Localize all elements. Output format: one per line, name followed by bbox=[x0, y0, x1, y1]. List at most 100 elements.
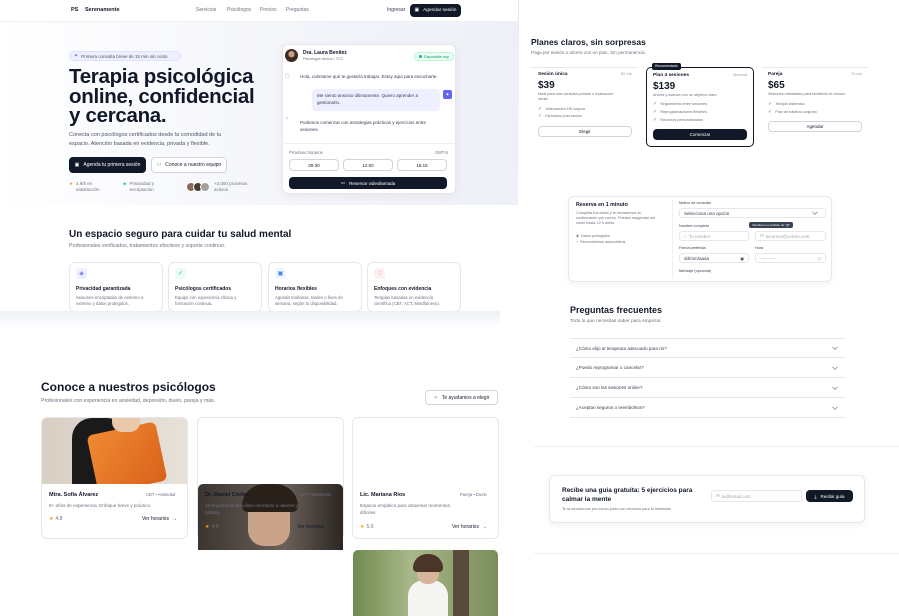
team-subtitle: Profesionales con experiencia en ansieda… bbox=[41, 398, 216, 404]
nav-link-preguntas[interactable]: Preguntas bbox=[286, 7, 309, 13]
star-icon: ★ bbox=[360, 524, 365, 530]
time-slot-button[interactable]: 12:00 bbox=[343, 159, 393, 171]
therapist-desc: Acompañamiento cálido orientado a valore… bbox=[205, 503, 298, 515]
book-first-session-button[interactable]: ▣ Agenda tu primera sesión bbox=[69, 157, 146, 173]
safe-section-subtitle: Profesionales verificados, tratamientos … bbox=[69, 243, 226, 249]
feature-desc: Agenda mañanas, tardes o fines de semana,… bbox=[275, 295, 343, 306]
time-slot-button[interactable]: 16:15 bbox=[397, 159, 447, 171]
calendar-icon: ▣ bbox=[74, 162, 80, 168]
feature-title: Horarios flexibles bbox=[275, 286, 317, 292]
therapist-tag: CBT • Ansiedad bbox=[146, 492, 176, 497]
therapist-name: Lic. Mariana Ríos bbox=[360, 492, 406, 498]
login-link[interactable]: Ingresar bbox=[387, 7, 405, 13]
newsletter-subtitle: Te la enviaremos por correo junto con re… bbox=[562, 507, 672, 511]
view-schedule-link[interactable]: Ver horarios → bbox=[142, 516, 177, 522]
sparkle-icon: ✧ bbox=[433, 394, 438, 401]
safe-section-title: Un espacio seguro para cuidar tu salud m… bbox=[69, 229, 292, 240]
video-icon: ▭ bbox=[340, 180, 346, 185]
plan-select-button[interactable]: Comenzar bbox=[653, 129, 747, 140]
divider bbox=[282, 143, 456, 144]
section-divider bbox=[534, 446, 899, 447]
star-icon: ★ bbox=[49, 516, 54, 522]
rating: ★ 4.9 bbox=[205, 524, 219, 530]
validation-tooltip: Introduce un símbolo de "@" bbox=[749, 222, 794, 228]
faq-item[interactable]: ¿Cómo elijo al terapeuta adecuado para m… bbox=[570, 338, 845, 358]
hero-badge: ✦ Primera consulta breve de 15 min sin c… bbox=[69, 51, 181, 61]
plan-desc: Ahorra y avanza con un objetivo claro. bbox=[653, 93, 718, 97]
hero-subtitle: Conecta con psicólogos certificados desd… bbox=[69, 132, 222, 147]
chevron-down-icon bbox=[812, 209, 818, 216]
chevron-down-icon bbox=[832, 383, 838, 390]
faq-item[interactable]: ¿Aceptan seguros o reembolsos? bbox=[570, 398, 845, 418]
booking-bullet: ◈ Datos protegidos bbox=[576, 234, 610, 238]
plan-name: Pareja bbox=[768, 72, 783, 77]
faq-subtitle: Todo lo que necesitas saber para empezar… bbox=[570, 319, 662, 324]
plan-duration: Mensual bbox=[733, 73, 748, 77]
name-field[interactable]: ○ Tu nombre bbox=[679, 231, 749, 241]
pricing-title: Planes claros, sin sorpresas bbox=[531, 37, 646, 47]
email-field[interactable]: ✉ tucorreo@correo.com bbox=[755, 231, 826, 241]
arrow-right-icon: → bbox=[481, 524, 487, 530]
check-icon: ✓ bbox=[653, 117, 658, 123]
user-icon: ○ bbox=[684, 233, 687, 239]
arrow-right-icon: → bbox=[171, 516, 177, 522]
clock-icon: ◷ bbox=[817, 255, 822, 261]
therapist-tag: ACT • Depresión bbox=[300, 492, 332, 497]
feature-title: Privacidad garantizada bbox=[76, 286, 131, 292]
chat-message-therapist: Hola, cuéntame qué te gustaría trabajar.… bbox=[300, 74, 438, 79]
booking-bullet: ◔ Recordatorios automáticos bbox=[576, 240, 626, 244]
therapist-photo bbox=[353, 550, 498, 616]
view-schedule-link[interactable]: Ver horarios → bbox=[297, 524, 332, 530]
booking-desc: Completa tus datos y te enviaremos la con… bbox=[576, 211, 656, 225]
plan-feature: ✓ Videosesión HD segura bbox=[538, 106, 586, 112]
nav-link-servicios[interactable]: Servicios bbox=[196, 7, 216, 13]
plan-select-button[interactable]: Elegir bbox=[538, 126, 632, 137]
chevron-down-icon bbox=[832, 363, 838, 370]
shield-icon: ◈ bbox=[576, 234, 579, 238]
bell-icon: ◔ bbox=[576, 240, 579, 244]
book-session-button[interactable]: ▣ Agendar sesión bbox=[410, 4, 461, 17]
view-schedule-link[interactable]: Ver horarios → bbox=[452, 524, 487, 530]
therapist-role: Psicología clínica • TCC bbox=[303, 57, 344, 61]
newsletter-title: Recibe una guía gratuita: 5 ejercicios p… bbox=[562, 487, 693, 503]
nav-link-psicologos[interactable]: Psicólogos bbox=[227, 7, 251, 13]
plan-name: Sesión única bbox=[538, 72, 568, 77]
date-label: Fecha preferida bbox=[679, 246, 706, 250]
plan-select-button[interactable]: Agendar bbox=[768, 121, 862, 132]
book-videocall-button[interactable]: ▭ Reservar videollamada bbox=[289, 177, 447, 189]
shield-icon: ◈ bbox=[123, 181, 127, 186]
time-label: Hora bbox=[755, 246, 764, 250]
feature-desc: Sesiones encriptadas de extremo a extremo… bbox=[76, 295, 144, 306]
feature-desc: Equipo con experiencia clínica y formació… bbox=[175, 295, 237, 306]
brand-name[interactable]: Serenamente bbox=[85, 7, 120, 13]
feature-title: Enfoques con evidencia bbox=[374, 286, 432, 292]
therapist-name: Mtra. Sofía Álvarez bbox=[49, 492, 99, 498]
chat-preview-card bbox=[282, 44, 456, 194]
time-field[interactable]: --:-- ---- ◷ bbox=[755, 253, 826, 263]
get-guide-button[interactable]: ⤓ Recibir guía bbox=[806, 490, 853, 502]
users-icon: ⚇ bbox=[156, 162, 162, 168]
nav-link-precios[interactable]: Precios bbox=[260, 7, 277, 13]
therapist-photo bbox=[42, 418, 187, 484]
plan-feature: ✓ Seguimiento entre sesiones bbox=[653, 101, 708, 107]
stat-processes: +2,000 procesos activos bbox=[214, 181, 248, 192]
name-label: Nombre completo bbox=[679, 224, 709, 228]
plan-feature: ✓ Plan de hábitos conjunto bbox=[768, 109, 817, 115]
user-avatar-icon: ✦ bbox=[443, 90, 452, 99]
check-icon: ✓ bbox=[538, 113, 543, 119]
pricing-subtitle: Paga por sesión o ahorra con un plan. Si… bbox=[531, 50, 646, 55]
slots-label: Próximos horarios bbox=[289, 150, 323, 155]
recommended-badge: Recomendado bbox=[652, 63, 681, 70]
time-slot-button[interactable]: 09:30 bbox=[289, 159, 339, 171]
heart-icon: ♡ bbox=[374, 268, 385, 279]
help-choose-button[interactable]: ✧ Te ayudamos a elegir bbox=[425, 390, 498, 405]
faq-item[interactable]: ¿Cómo son las sesiones online? bbox=[570, 378, 845, 398]
reason-select[interactable]: Selecciona una opción bbox=[679, 208, 826, 218]
date-field[interactable]: dd/mm/aaaa ▣ bbox=[679, 253, 749, 263]
meet-team-button[interactable]: ⚇ Conoce a nuestro equipo bbox=[151, 157, 227, 173]
logo[interactable]: PS bbox=[71, 7, 78, 13]
faq-item[interactable]: ¿Puedo reprogramar o cancelar? bbox=[570, 358, 845, 378]
feature-title: Psicólogos certificados bbox=[175, 286, 232, 292]
newsletter-email-field[interactable]: ✉ tu@email.com bbox=[711, 490, 802, 502]
sparkle-icon: ✧ bbox=[285, 116, 290, 122]
